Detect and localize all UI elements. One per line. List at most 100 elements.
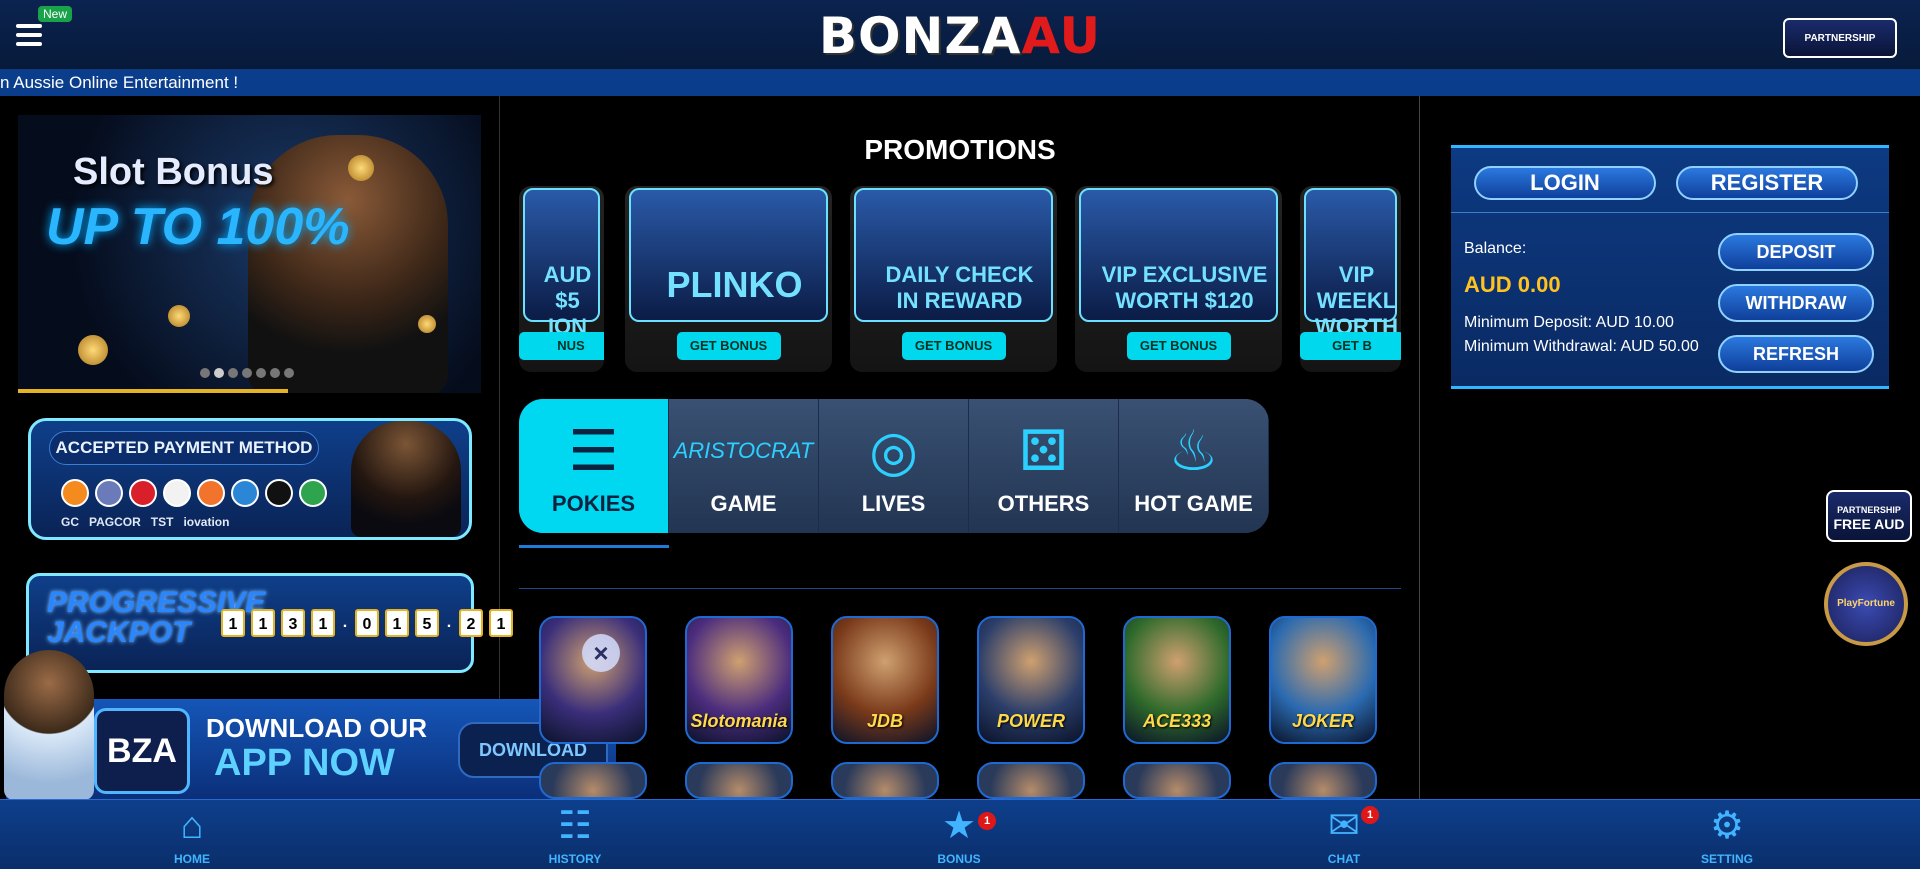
promo-label: VIP WEEKL WORTH: [1314, 262, 1399, 339]
register-button[interactable]: REGISTER: [1676, 166, 1858, 200]
close-icon[interactable]: ×: [582, 634, 620, 672]
game-tile[interactable]: [685, 762, 793, 799]
new-badge: New: [38, 6, 73, 22]
coin-decoration: [348, 155, 374, 181]
slider-dot[interactable]: [228, 368, 238, 378]
nav-home[interactable]: ⌂ HOME: [137, 800, 247, 869]
promo-image: VIP WEEKL WORTH: [1304, 188, 1398, 339]
game-tile[interactable]: [831, 762, 939, 799]
jackpot-digit: 1: [385, 609, 409, 637]
slider-progress: [18, 389, 288, 393]
min-withdrawal-text: Minimum Withdrawal: AUD 50.00: [1464, 338, 1699, 355]
withdraw-button[interactable]: WITHDRAW: [1718, 284, 1874, 322]
game-name: ACE333: [1142, 711, 1212, 731]
nav-label: BONUS: [937, 852, 981, 866]
partner-line: PARTNERSHIP: [1837, 505, 1901, 515]
get-bonus-button[interactable]: NUS: [519, 332, 604, 360]
category-label: LIVES: [861, 491, 926, 516]
promo-banner-slider[interactable]: Slot Bonus UP TO 100%: [18, 115, 481, 393]
panel-separator: [1451, 212, 1889, 213]
deposit-button[interactable]: DEPOSIT: [1718, 233, 1874, 271]
game-tile[interactable]: [1269, 762, 1377, 799]
payment-method-icon: [265, 479, 293, 507]
get-bonus-button[interactable]: GET B: [1300, 332, 1401, 360]
tab-pokies[interactable]: ☰ POKIES: [519, 399, 669, 533]
download-subtitle: APP NOW: [214, 742, 395, 784]
tab-hot-game[interactable]: ♨ HOT GAME: [1119, 399, 1269, 533]
balance-value: AUD 0.00: [1464, 272, 1561, 297]
game-tile[interactable]: [977, 762, 1085, 799]
game-tile[interactable]: Slotomania: [685, 616, 793, 744]
jackpot-digit: 1: [251, 609, 275, 637]
refresh-button[interactable]: REFRESH: [1718, 335, 1874, 373]
promo-image: AUD $5 ION 5%: [523, 188, 600, 365]
login-button[interactable]: LOGIN: [1474, 166, 1656, 200]
nav-label: HOME: [174, 852, 210, 866]
slider-dot[interactable]: [242, 368, 252, 378]
nav-chat[interactable]: ✉ CHAT 1: [1289, 800, 1399, 869]
promotions-title: PROMOTIONS: [864, 134, 1056, 165]
partnership-button[interactable]: PARTNERSHIP: [1783, 18, 1897, 58]
promo-card[interactable]: AUD $5 ION 5%NUS: [519, 186, 604, 372]
jackpot-separator: .: [446, 614, 452, 631]
fortune-wheel-button[interactable]: PlayFortune: [1824, 562, 1908, 646]
slider-dot[interactable]: [256, 368, 266, 378]
jackpot-digit: 2: [459, 609, 483, 637]
payment-icons: [61, 479, 327, 507]
roulette-icon: ◎: [869, 419, 918, 482]
payment-method-icon: [231, 479, 259, 507]
provider-logo: iovation: [183, 515, 230, 529]
category-label: OTHERS: [997, 491, 1090, 516]
promo-card[interactable]: VIP WEEKL WORTH GET B: [1300, 186, 1401, 372]
slider-dot[interactable]: [284, 368, 294, 378]
nav-history[interactable]: ☷ HISTORY: [520, 800, 630, 869]
get-bonus-button[interactable]: GET BONUS: [676, 332, 781, 360]
banner-title: Slot Bonus: [73, 151, 274, 193]
slider-dot[interactable]: [200, 368, 210, 378]
promo-card[interactable]: DAILY CHECK IN REWARD GET BONUS: [850, 186, 1057, 372]
jackpot-separator: .: [342, 614, 348, 631]
banner-subtitle: UP TO 100%: [46, 198, 350, 256]
notification-badge: 1: [978, 812, 996, 830]
aristocrat-icon: ARISTOCRAT: [673, 438, 814, 463]
get-bonus-button[interactable]: GET BONUS: [1126, 332, 1231, 360]
floating-partnership-button[interactable]: PARTNERSHIP FREE AUD: [1826, 490, 1912, 542]
nav-setting[interactable]: ⚙ SETTING: [1672, 800, 1782, 869]
game-name: POWER: [996, 711, 1065, 731]
nav-bonus[interactable]: ★ BONUS 1: [904, 800, 1014, 869]
chat-icon: ✉: [1328, 805, 1360, 847]
bonus-icon: ★: [941, 805, 977, 847]
game-name: JOKER: [1291, 711, 1354, 731]
balance-label: Balance:: [1464, 240, 1527, 257]
hamburger-icon[interactable]: [16, 24, 42, 46]
promo-image: DAILY CHECK IN REWARD: [854, 188, 1053, 322]
game-tile[interactable]: JOKER: [1269, 616, 1377, 744]
promo-image: PLINKO: [629, 188, 828, 322]
nav-label: CHAT: [1327, 852, 1361, 866]
tab-lives[interactable]: ◎ LIVES: [819, 399, 969, 533]
category-label: GAME: [710, 491, 777, 516]
min-deposit-text: Minimum Deposit: AUD 10.00: [1464, 314, 1674, 331]
promo-card[interactable]: PLINKO GET BONUS: [625, 186, 832, 372]
game-tile[interactable]: ACE333: [1123, 616, 1231, 744]
download-title: DOWNLOAD OUR: [206, 713, 427, 743]
slider-dot[interactable]: [214, 368, 224, 378]
tab-others[interactable]: ⚄ OTHERS: [969, 399, 1119, 533]
get-bonus-button[interactable]: GET BONUS: [901, 332, 1006, 360]
game-tile[interactable]: [539, 762, 647, 799]
tab-game[interactable]: ARISTOCRAT GAME: [669, 399, 819, 533]
slider-dots[interactable]: [200, 368, 294, 378]
game-tile[interactable]: [1123, 762, 1231, 799]
promo-label: PLINKO: [666, 264, 803, 305]
payment-method-icon: [299, 479, 327, 507]
game-categories: ☰ POKIES ARISTOCRAT GAME ◎ LIVES ⚄ OTHERS ♨ HOT G…: [519, 399, 1269, 533]
promo-label: DAILY CHECK IN REWARD: [885, 262, 1034, 313]
slider-dot[interactable]: [270, 368, 280, 378]
account-panel: LOGIN REGISTER Balance: AUD 0.00 Minimum…: [1451, 145, 1889, 389]
game-tile[interactable]: POWER: [977, 616, 1085, 744]
app-root: New BONZA AU PARTNERSHIP n Aussie Online …: [0, 0, 1920, 869]
promo-card[interactable]: VIP EXCLUSIVE WORTH $120 GET BONUS: [1075, 186, 1282, 372]
game-tile[interactable]: JDB: [831, 616, 939, 744]
gear-icon: ⚙: [1709, 805, 1745, 847]
site-logo[interactable]: BONZA AU: [819, 6, 1100, 66]
